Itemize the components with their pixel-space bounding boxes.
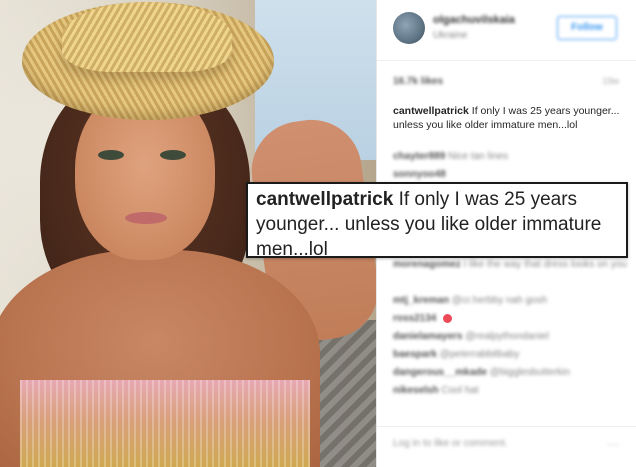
- more-options-icon[interactable]: ···: [607, 437, 619, 451]
- heart-icon: [443, 313, 453, 323]
- caption-callout: cantwellpatrick If only I was 25 years y…: [246, 182, 628, 260]
- comment-item: nikeselsh Cool hat: [393, 384, 623, 398]
- likes-count[interactable]: 16.7k likes: [393, 76, 443, 87]
- comment-username[interactable]: mtj_kreman: [393, 295, 449, 306]
- comment-username[interactable]: ross2134: [393, 313, 436, 324]
- post-time: 19w: [602, 76, 619, 86]
- comment-item: mtj_kreman @cr.herbby nah gosh: [393, 294, 623, 308]
- comment-text: @realpythondaniel: [465, 331, 549, 342]
- comment-item: [393, 276, 623, 290]
- comment-item: sonnyoo48: [393, 168, 623, 182]
- comment-username[interactable]: morenagomez: [393, 259, 461, 270]
- comment-username[interactable]: nikeselsh: [393, 385, 439, 396]
- caption-username[interactable]: cantwellpatrick: [393, 105, 469, 117]
- comment-item: dangerous__mkade @bigglesbutterkin: [393, 366, 623, 380]
- follow-button[interactable]: Follow: [557, 16, 617, 40]
- add-comment-bar: Log in to like or comment. ···: [377, 426, 636, 467]
- comment-username[interactable]: baespark: [393, 349, 437, 360]
- comment-text: @bigglesbutterkin: [489, 367, 570, 378]
- avatar[interactable]: [393, 12, 425, 44]
- photo-lips: [125, 212, 167, 224]
- callout-username: cantwellpatrick: [256, 189, 394, 210]
- comment-item: morenagomez I like the way that dress lo…: [393, 258, 627, 272]
- photo-eye-right: [160, 150, 186, 160]
- comment-item: chayter889 Nice tan lines: [393, 150, 623, 164]
- comment-text: Cool hat: [441, 385, 479, 396]
- comment-text: @cr.herbby nah gosh: [451, 295, 548, 306]
- screenshot-frame: olgachuvilskaia Ukraine Follow 16.7k lik…: [0, 0, 636, 467]
- caption: cantwellpatrick If only I was 25 years y…: [393, 104, 621, 132]
- comment-username[interactable]: sonnyoo48: [393, 169, 446, 180]
- header-location[interactable]: Ukraine: [433, 30, 467, 41]
- photo-fringe-top: [20, 380, 310, 467]
- comment-text: Nice tan lines: [448, 151, 509, 162]
- comment-username[interactable]: dangerous__mkade: [393, 367, 487, 378]
- comment-item: baespark @peterrabbitbaby: [393, 348, 623, 362]
- photo-straw-hat-crown: [62, 2, 232, 72]
- comment-text: I like the way that dress looks on you: [463, 259, 627, 270]
- comment-item: danielamayers @realpythondaniel: [393, 330, 623, 344]
- post-header: olgachuvilskaia Ukraine Follow: [377, 0, 636, 61]
- photo-eye-left: [98, 150, 124, 160]
- header-username[interactable]: olgachuvilskaia: [433, 14, 515, 26]
- comment-username[interactable]: chayter889: [393, 151, 445, 162]
- comment-item: ross2134: [393, 312, 623, 326]
- comment-text: @peterrabbitbaby: [439, 349, 520, 360]
- add-comment-input[interactable]: Log in to like or comment.: [393, 438, 508, 449]
- comment-username[interactable]: danielamayers: [393, 331, 463, 342]
